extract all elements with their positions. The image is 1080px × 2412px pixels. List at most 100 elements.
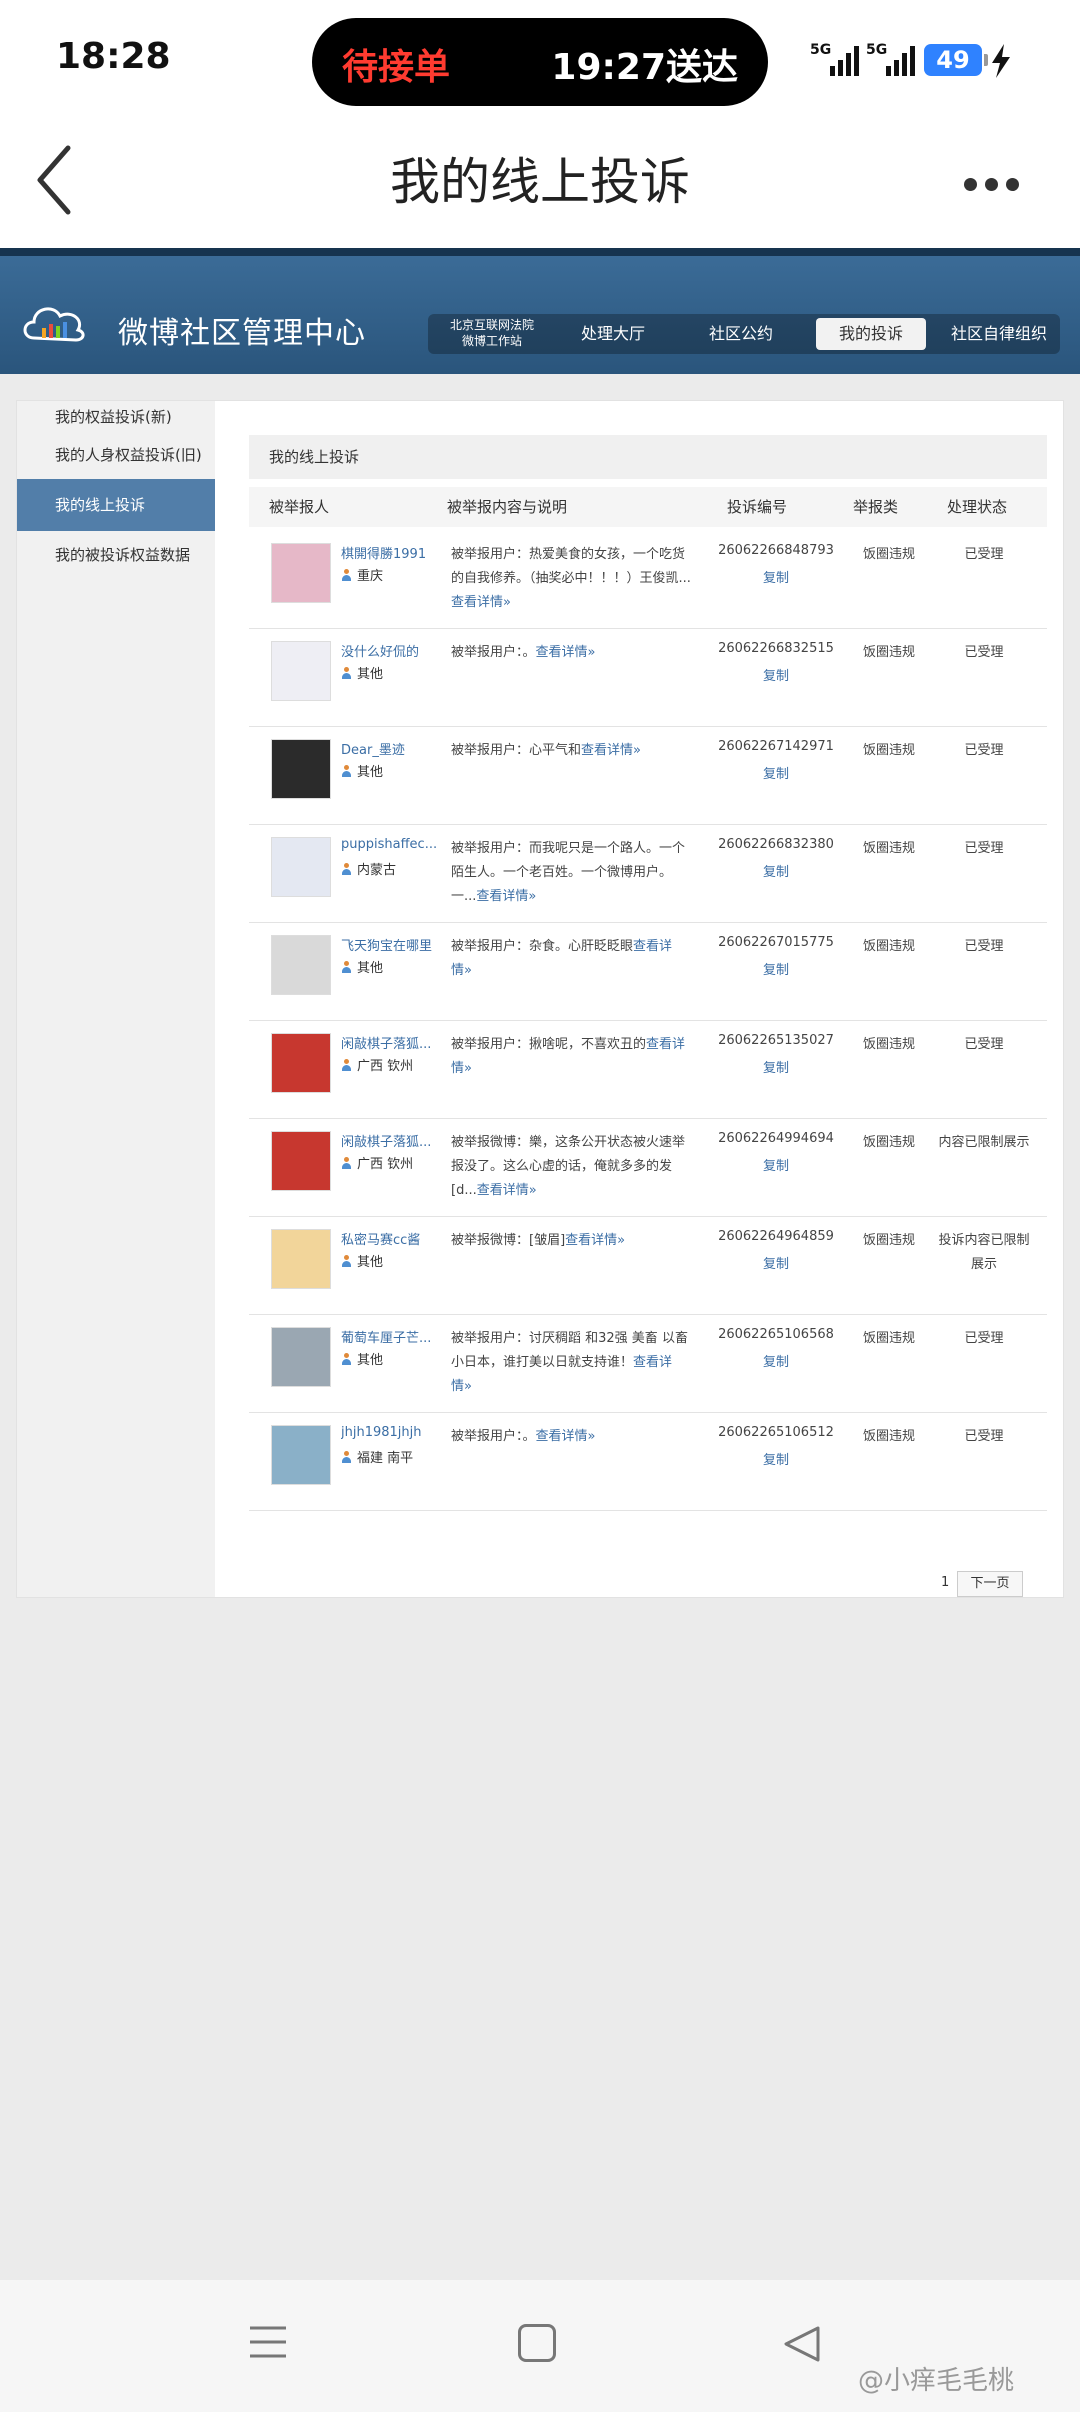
cloud-logo-icon — [23, 307, 85, 342]
complaint-description: 被举报用户：讨厌稠蹈 和32强 美畜 以畜小日本，谁打美以日就支持谁！查看详情» — [451, 1327, 691, 1399]
reported-user-name[interactable]: 葡萄车厘子芒... — [341, 1327, 439, 1346]
table-row: 棋開得勝1991 重庆 被举报用户：热爱美食的女孩，一个吃货的自我修养。（抽奖必中！… — [249, 531, 1047, 629]
location-text: 其他 — [357, 765, 384, 780]
complaint-description: 被举报微博：樂，这条公开状态被火速举报没了。这么心虚的话，俺就多多的发[d...… — [451, 1131, 691, 1203]
col-reported-user: 被举报人 — [269, 498, 330, 516]
sidebar-item-personal-old[interactable]: 我的人身权益投诉(旧) — [17, 439, 215, 471]
signal-5g-icon-2: 5G — [866, 42, 915, 76]
sidebar-item-online[interactable]: 我的线上投诉 — [17, 479, 215, 531]
copy-link[interactable]: 复制 — [701, 959, 851, 978]
description-text: 被举报用户：杂食。心肝眨眨眼 — [451, 939, 634, 954]
reported-user-name[interactable]: Dear_墨迹 — [341, 739, 439, 758]
user-location: 广西 钦州 — [341, 1153, 413, 1172]
nav-tab-self-regulation[interactable]: 社区自律组织 — [942, 318, 1056, 350]
nav-court-station[interactable]: 北京互联网法院 微博工作站 — [434, 317, 550, 349]
view-details-link[interactable]: 查看详情» — [451, 595, 511, 610]
avatar[interactable] — [271, 739, 331, 799]
sidebar-item-rights-new[interactable]: 我的权益投诉(新) — [17, 401, 215, 433]
copy-link[interactable]: 复制 — [701, 1449, 851, 1468]
complaint-status: 已受理 — [964, 1429, 1004, 1444]
reported-user-name[interactable]: puppishaffec... — [341, 837, 439, 852]
complaint-description: 被举报用户：揪啥呢，不喜欢丑的查看详情» — [451, 1033, 691, 1081]
next-page-button[interactable]: 下一页 — [957, 1571, 1023, 1597]
complaint-type: 饭圈违规 — [862, 1331, 915, 1346]
complaint-status: 已受理 — [964, 743, 1004, 758]
description-text: 被举报用户：热爱美食的女孩，一个吃货的自我修养。（抽奖必中！！！）王俊凯... — [451, 547, 691, 586]
sidebar: 我的权益投诉(新) 我的人身权益投诉(旧) 我的线上投诉 我的被投诉权益数据 — [17, 401, 215, 1597]
copy-link[interactable]: 复制 — [701, 1351, 851, 1370]
copy-link[interactable]: 复制 — [701, 1155, 851, 1174]
view-details-link[interactable]: 查看详情» — [477, 1183, 537, 1198]
avatar[interactable] — [271, 543, 331, 603]
top-nav: 北京互联网法院 微博工作站 处理大厅 社区公约 我的投诉 社区自律组织 — [428, 314, 1060, 354]
dynamic-island[interactable]: 待接单 19:27送达 — [312, 18, 768, 106]
view-details-link[interactable]: 查看详情» — [536, 1429, 596, 1444]
nav-tab-convention[interactable]: 社区公约 — [686, 318, 796, 350]
brand-title: 微博社区管理中心 — [118, 316, 366, 351]
avatar[interactable] — [271, 1229, 331, 1289]
avatar[interactable] — [271, 935, 331, 995]
avatar[interactable] — [271, 1131, 331, 1191]
avatar[interactable] — [271, 1327, 331, 1387]
back-triangle-icon[interactable] — [782, 2324, 822, 2364]
copy-link[interactable]: 复制 — [701, 1253, 851, 1272]
location-text: 其他 — [357, 1255, 384, 1270]
avatar[interactable] — [271, 837, 331, 897]
copy-link[interactable]: 复制 — [701, 665, 851, 684]
view-details-link[interactable]: 查看详情» — [565, 1233, 625, 1248]
complaint-status: 已受理 — [964, 1331, 1004, 1346]
location-text: 广西 钦州 — [357, 1059, 414, 1074]
more-options-icon[interactable] — [964, 176, 1027, 195]
location-text: 其他 — [357, 961, 384, 976]
complaint-status: 已受理 — [964, 841, 1004, 856]
description-text: 被举报用户：。 — [451, 1429, 536, 1444]
user-location: 福建 南平 — [341, 1447, 413, 1466]
complaint-description: 被举报用户：而我呢只是一个路人。一个陌生人。一个老百姓。一个微博用户。一...查… — [451, 837, 691, 909]
island-delivery-time: 19:27送达 — [551, 47, 738, 88]
col-status: 处理状态 — [947, 498, 1008, 516]
description-text: 被举报用户：揪啥呢，不喜欢丑的 — [451, 1037, 647, 1052]
copy-link[interactable]: 复制 — [701, 567, 851, 586]
reported-user-name[interactable]: 没什么好侃的 — [341, 641, 439, 660]
col-complaint-no: 投诉编号 — [727, 498, 788, 516]
complaint-description: 被举报用户：。查看详情» — [451, 641, 691, 665]
person-icon — [341, 1059, 352, 1072]
complaint-type: 饭圈违规 — [862, 743, 915, 758]
avatar[interactable] — [271, 1033, 331, 1093]
complaint-type: 饭圈违规 — [862, 841, 915, 856]
complaint-status: 已受理 — [964, 939, 1004, 954]
complaint-description: 被举报用户：杂食。心肝眨眨眼查看详情» — [451, 935, 691, 983]
person-icon — [341, 765, 352, 778]
reported-user-name[interactable]: 棋開得勝1991 — [341, 543, 439, 562]
table-row: 飞天狗宝在哪里其他 被举报用户：杂食。心肝眨眨眼查看详情» 260622670157… — [249, 923, 1047, 1021]
reported-user-name[interactable]: 闲敲棋子落狐... — [341, 1131, 439, 1150]
complaint-type: 饭圈违规 — [862, 1233, 915, 1248]
view-details-link[interactable]: 查看详情» — [581, 743, 641, 758]
reported-user-name[interactable]: jhjh1981jhjh — [341, 1425, 439, 1440]
complaint-number: 26062267015775 — [718, 935, 834, 950]
sidebar-item-complained-data[interactable]: 我的被投诉权益数据 — [17, 539, 215, 571]
view-details-link[interactable]: 查看详情» — [536, 645, 596, 660]
home-icon[interactable] — [518, 2324, 556, 2362]
view-details-link[interactable]: 查看详情» — [476, 889, 536, 904]
nav-tab-my-complaints[interactable]: 我的投诉 — [816, 318, 926, 350]
avatar[interactable] — [271, 641, 331, 701]
reported-user-name[interactable]: 闲敲棋子落狐... — [341, 1033, 439, 1052]
person-icon — [341, 961, 352, 974]
current-page[interactable]: 1 — [941, 1575, 949, 1590]
copy-link[interactable]: 复制 — [701, 763, 851, 782]
menu-icon[interactable] — [248, 2322, 288, 2362]
person-icon — [341, 1255, 352, 1268]
copy-link[interactable]: 复制 — [701, 861, 851, 880]
status-time: 18:28 — [56, 36, 171, 77]
nav-tab-hall[interactable]: 处理大厅 — [558, 318, 668, 350]
complaint-status: 已受理 — [964, 1037, 1004, 1052]
complaint-type: 饭圈违规 — [862, 1135, 915, 1150]
person-icon — [341, 1353, 352, 1366]
avatar[interactable] — [271, 1425, 331, 1485]
reported-user-name[interactable]: 私密马赛cc酱 — [341, 1229, 439, 1248]
status-bar: 18:28 待接单 19:27送达 5G 5G 49 — [0, 0, 1080, 118]
app-header: 我的线上投诉 — [0, 118, 1080, 248]
reported-user-name[interactable]: 飞天狗宝在哪里 — [341, 935, 439, 954]
copy-link[interactable]: 复制 — [701, 1057, 851, 1076]
